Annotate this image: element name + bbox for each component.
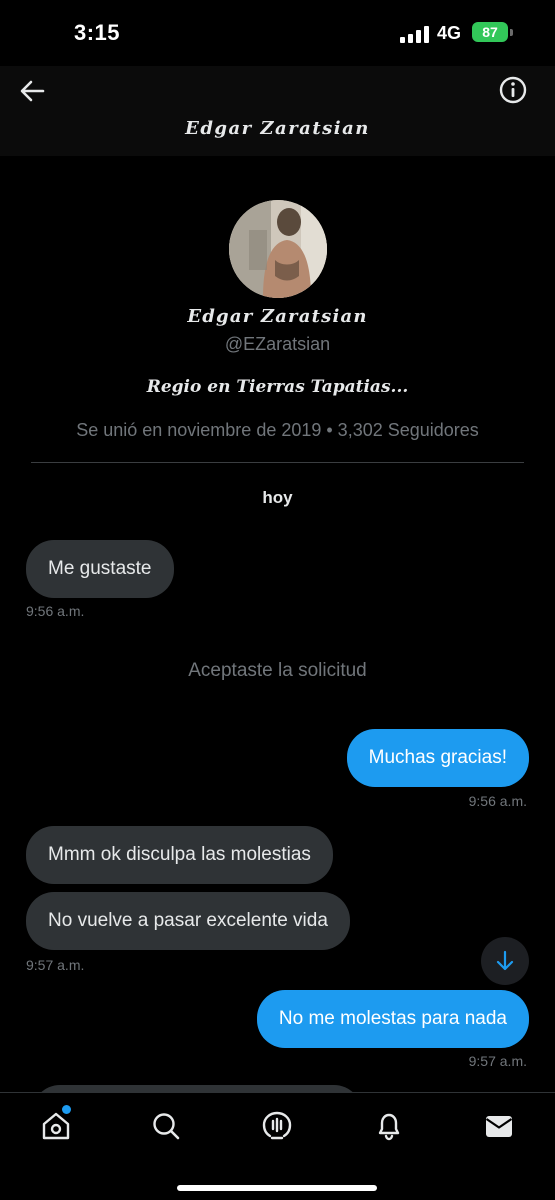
spaces-icon [262, 1111, 292, 1140]
bottom-tab-bar [0, 1092, 555, 1200]
scroll-to-bottom-button[interactable] [481, 937, 529, 985]
avatar-photo [229, 200, 327, 298]
home-indicator[interactable] [177, 1185, 377, 1191]
back-button[interactable] [16, 74, 50, 108]
signal-icon [400, 25, 430, 43]
message-bubble-incoming[interactable]: Mmm ok disculpa las molestias [26, 826, 333, 884]
battery-level: 87 [482, 24, 498, 40]
tab-notifications[interactable] [372, 1109, 406, 1143]
tab-spaces[interactable] [260, 1109, 294, 1143]
status-bar: 3:15 4G 87 [0, 0, 555, 66]
message-bubble-incoming[interactable]: Me gustaste [26, 540, 174, 598]
tab-search[interactable] [149, 1109, 183, 1143]
profile-bio: Regio en Tierras Tapatias... [146, 377, 409, 397]
avatar[interactable] [229, 200, 327, 298]
profile-handle[interactable]: @EZaratsian [0, 334, 555, 355]
tab-home[interactable] [39, 1109, 73, 1143]
status-time: 3:15 [74, 20, 121, 45]
search-icon [153, 1113, 180, 1140]
message-bubble-outgoing[interactable]: Muchas gracias! [346, 729, 529, 787]
battery-icon: 87 [472, 22, 508, 42]
system-message: Aceptaste la solicitud [188, 660, 367, 681]
message-bubble-incoming[interactable]: No vuelve a pasar excelente vida [26, 892, 350, 950]
profile-meta: Se unió en noviembre de 2019 • 3,302 Seg… [76, 420, 479, 440]
tab-messages[interactable] [482, 1109, 516, 1143]
arrow-down-icon [496, 950, 514, 971]
message-time: 9:56 a.m. [26, 603, 85, 619]
profile-name: Edgar Zaratsian [187, 306, 368, 327]
message-time: 9:56 a.m. [468, 793, 527, 809]
divider [31, 462, 524, 463]
date-separator: hoy [262, 488, 293, 507]
info-button[interactable] [498, 75, 528, 105]
message-time: 9:57 a.m. [26, 957, 85, 973]
home-notification-dot [62, 1105, 71, 1114]
message-time: 9:57 a.m. [468, 1053, 527, 1069]
info-icon [499, 76, 527, 104]
conversation-header: Edgar Zaratsian [0, 66, 555, 156]
home-icon [42, 1112, 70, 1140]
arrow-left-icon [20, 80, 45, 102]
bell-icon [378, 1113, 400, 1141]
mail-icon [485, 1116, 513, 1137]
conversation-title: Edgar Zaratsian [185, 118, 370, 139]
network-type: 4G [437, 23, 462, 43]
battery-tip [510, 29, 513, 36]
message-bubble-outgoing[interactable]: No me molestas para nada [256, 990, 529, 1048]
